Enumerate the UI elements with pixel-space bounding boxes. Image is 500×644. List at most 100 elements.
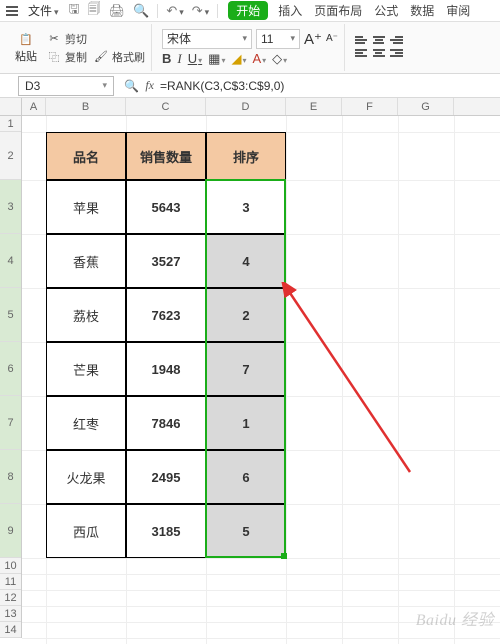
- brush-icon: 🖌: [93, 49, 109, 65]
- row-header-1[interactable]: 1: [0, 116, 21, 132]
- align-center-icon[interactable]: [372, 49, 386, 59]
- tab-start[interactable]: 开始: [228, 1, 268, 20]
- col-header-e[interactable]: E: [286, 98, 342, 115]
- cell-qty-row4[interactable]: 3527: [126, 234, 206, 288]
- cell-rank-row7[interactable]: 1: [206, 396, 286, 450]
- name-box[interactable]: D3 ▾: [18, 76, 114, 96]
- col-header-d[interactable]: D: [206, 98, 286, 115]
- row-header-5[interactable]: 5: [0, 288, 21, 342]
- copy-button[interactable]: ⿻ 复制: [46, 49, 87, 65]
- save-as-icon[interactable]: 🗐: [88, 0, 101, 22]
- hamburger-icon[interactable]: [6, 6, 18, 16]
- row-header-8[interactable]: 8: [0, 450, 21, 504]
- row-header-10[interactable]: 10: [0, 558, 21, 574]
- bold-button[interactable]: B: [162, 51, 171, 66]
- print-icon[interactable]: 🖨: [109, 3, 126, 19]
- cancel-formula-icon[interactable]: 🔍: [124, 79, 139, 93]
- fill-color-button[interactable]: ◢: [231, 51, 246, 67]
- header-name[interactable]: 品名: [46, 132, 126, 180]
- cell-name-row7[interactable]: 红枣: [46, 396, 126, 450]
- underline-button[interactable]: U: [188, 51, 202, 66]
- cell-qty-row5[interactable]: 7623: [126, 288, 206, 342]
- separator: [217, 4, 218, 18]
- row-header-3[interactable]: 3: [0, 180, 21, 234]
- cell-qty-row9[interactable]: 3185: [126, 504, 206, 558]
- cut-label: 剪切: [65, 31, 87, 47]
- file-menu[interactable]: 文件: [28, 2, 59, 19]
- col-header-b[interactable]: B: [46, 98, 126, 115]
- tab-data[interactable]: 数据: [410, 2, 434, 19]
- tab-formulas[interactable]: 公式: [374, 2, 398, 19]
- col-header-c[interactable]: C: [126, 98, 206, 115]
- cell-style-button[interactable]: ◇: [272, 51, 287, 67]
- cell-qty-row6[interactable]: 1948: [126, 342, 206, 396]
- font-name-value: 宋体: [167, 30, 191, 47]
- save-icon[interactable]: 🖫: [69, 0, 80, 22]
- align-top-right-icon[interactable]: [389, 36, 403, 46]
- font-size-combo[interactable]: 11▾: [256, 29, 300, 49]
- spreadsheet-grid[interactable]: ABCDEFG 1234567891011121314 品名销售数量排序苹果56…: [0, 98, 500, 644]
- row-header-13[interactable]: 13: [0, 606, 21, 622]
- font-name-combo[interactable]: 宋体▾: [162, 29, 252, 49]
- select-all-corner[interactable]: [0, 98, 22, 115]
- paste-button[interactable]: 📋 粘贴: [10, 31, 42, 64]
- formula-bar: D3 ▾ 🔍 fx =RANK(C3,C$3:C$9,0): [0, 74, 500, 98]
- col-header-a[interactable]: A: [22, 98, 46, 115]
- format-painter-label: 格式刷: [112, 49, 145, 65]
- italic-button[interactable]: I: [177, 51, 181, 67]
- tab-review[interactable]: 审阅: [446, 2, 470, 19]
- font-group: 宋体▾ 11▾ A⁺ A⁻ B I U ▦ ◢ A ◇: [156, 24, 345, 71]
- header-rank[interactable]: 排序: [206, 132, 286, 180]
- font-color-button[interactable]: A: [252, 51, 266, 66]
- row-header-11[interactable]: 11: [0, 574, 21, 590]
- cell-name-row9[interactable]: 西瓜: [46, 504, 126, 558]
- cell-name-row6[interactable]: 芒果: [46, 342, 126, 396]
- tab-insert[interactable]: 插入: [278, 2, 302, 19]
- cell-rank-row8[interactable]: 6: [206, 450, 286, 504]
- cell-rank-row3[interactable]: 3: [206, 180, 286, 234]
- cell-name-row3[interactable]: 苹果: [46, 180, 126, 234]
- quick-access-toolbar: 🖫 🗐 🖨 🔍 ↶ ↷: [69, 0, 219, 22]
- row-header-7[interactable]: 7: [0, 396, 21, 450]
- header-qty[interactable]: 销售数量: [126, 132, 206, 180]
- cell-name-row5[interactable]: 荔枝: [46, 288, 126, 342]
- cell-rank-row4[interactable]: 4: [206, 234, 286, 288]
- cell-qty-row8[interactable]: 2495: [126, 450, 206, 504]
- align-top-left-icon[interactable]: [355, 36, 369, 46]
- paste-label: 粘贴: [15, 48, 37, 64]
- row-header-4[interactable]: 4: [0, 234, 21, 288]
- cell-rank-row9[interactable]: 5: [206, 504, 286, 558]
- col-header-g[interactable]: G: [398, 98, 454, 115]
- print-preview-icon[interactable]: 🔍: [133, 3, 149, 19]
- cell-qty-row3[interactable]: 5643: [126, 180, 206, 234]
- ribbon-toolbar: 📋 粘贴 ✂ 剪切 ⿻ 复制 🖌 格式刷: [0, 22, 500, 74]
- fx-icon[interactable]: fx: [145, 78, 154, 93]
- row-header-12[interactable]: 12: [0, 590, 21, 606]
- borders-button[interactable]: ▦: [208, 51, 225, 67]
- align-top-center-icon[interactable]: [372, 36, 386, 46]
- column-headers: ABCDEFG: [0, 98, 500, 116]
- formula-input[interactable]: =RANK(C3,C$3:C$9,0): [154, 79, 500, 93]
- cell-name-row4[interactable]: 香蕉: [46, 234, 126, 288]
- row-header-6[interactable]: 6: [0, 342, 21, 396]
- align-right-icon[interactable]: [389, 49, 403, 59]
- align-left-icon[interactable]: [355, 49, 369, 59]
- format-painter-button[interactable]: 🖌 格式刷: [93, 49, 145, 65]
- col-header-f[interactable]: F: [342, 98, 398, 115]
- cell-qty-row7[interactable]: 7846: [126, 396, 206, 450]
- increase-font-icon[interactable]: A⁺: [304, 30, 322, 48]
- cell-rank-row6[interactable]: 7: [206, 342, 286, 396]
- cells-area[interactable]: 品名销售数量排序苹果56433 香蕉35274 荔枝76232 芒果19487 红枣78…: [22, 116, 500, 644]
- clipboard-group: 📋 粘贴 ✂ 剪切 ⿻ 复制 🖌 格式刷: [4, 24, 152, 71]
- cut-button[interactable]: ✂ 剪切: [46, 31, 145, 47]
- undo-button[interactable]: ↶: [166, 3, 183, 19]
- decrease-font-icon[interactable]: A⁻: [326, 33, 338, 44]
- row-header-14[interactable]: 14: [0, 622, 21, 638]
- cell-name-row8[interactable]: 火龙果: [46, 450, 126, 504]
- tab-page-layout[interactable]: 页面布局: [314, 2, 362, 19]
- copy-label: 复制: [65, 49, 87, 65]
- row-header-9[interactable]: 9: [0, 504, 21, 558]
- cell-rank-row5[interactable]: 2: [206, 288, 286, 342]
- row-header-2[interactable]: 2: [0, 132, 21, 180]
- redo-button[interactable]: ↷: [192, 3, 209, 19]
